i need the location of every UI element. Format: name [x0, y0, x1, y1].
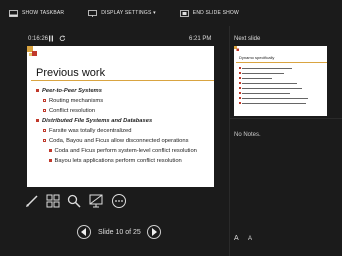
next-slide-bullet: [239, 82, 241, 84]
bullet-square-icon: [36, 118, 39, 122]
current-slide[interactable]: Previous work Peer-to-Peer Systems Routi…: [27, 46, 214, 187]
next-slide-divider: [236, 62, 327, 63]
next-slide-thumbnail[interactable]: Dynamo specifically: [234, 46, 327, 116]
bullet-small-square-icon: [49, 159, 52, 162]
next-slide-text-line: [242, 77, 272, 79]
show-taskbar-button[interactable]: SHOW TASKBAR: [9, 9, 65, 17]
next-slide-bullet: [239, 77, 241, 79]
taskbar-icon: [9, 9, 18, 17]
next-slide-label: Next slide: [234, 36, 261, 42]
bullet-small-square-icon: [49, 149, 52, 152]
display-settings-label: DISPLAY SETTINGS ▾: [101, 10, 156, 16]
elapsed-timer: 0:16:26: [28, 36, 49, 42]
notes-separator: [229, 118, 342, 119]
next-slide-text-line: [242, 87, 302, 89]
slide-bullet-6: Coda, Bayou and Ficus allow disconnected…: [43, 138, 189, 144]
bullet-square-outline-icon: [43, 108, 46, 112]
next-slide-text-line: [242, 92, 290, 94]
next-slide-title: Dynamo specifically: [239, 55, 275, 60]
presenter-toolbar: SHOW TASKBAR DISPLAY SETTINGS ▾ END SLID…: [0, 0, 342, 26]
end-show-icon: [179, 9, 189, 17]
previous-slide-button[interactable]: [77, 225, 91, 239]
bullet-square-icon: [36, 88, 39, 92]
next-slide-bullet: [239, 67, 241, 69]
see-all-slides-icon[interactable]: [45, 193, 61, 209]
current-time: 6:21 PM: [189, 36, 212, 42]
slide-bullet-3: Conflict resolution: [43, 108, 95, 114]
slide-corner-logo: [234, 46, 239, 51]
slide-bullet-5: Farsite was totally decentralized: [43, 128, 131, 134]
chevron-right-icon: [152, 228, 157, 236]
next-slide-text-line: [242, 97, 308, 99]
pause-timer-icon[interactable]: [48, 35, 54, 42]
speaker-notes[interactable]: No Notes.: [234, 132, 261, 138]
more-options-icon[interactable]: [111, 193, 127, 209]
show-taskbar-label: SHOW TASKBAR: [22, 10, 65, 16]
slide-bullet-4: Distributed File Systems and Databases: [36, 118, 152, 124]
next-slide-bullet: [239, 72, 241, 74]
restart-timer-icon[interactable]: [59, 35, 66, 42]
display-settings-button[interactable]: DISPLAY SETTINGS ▾: [88, 9, 156, 17]
next-slide-text-line: [242, 67, 292, 69]
pen-tool-icon[interactable]: [24, 193, 40, 209]
slide-counter[interactable]: Slide 10 of 25: [98, 229, 141, 236]
slide-bullet-7: Coda and Ficus perform system-level conf…: [49, 148, 197, 154]
chevron-left-icon: [81, 228, 86, 236]
bullet-square-outline-icon: [43, 128, 46, 132]
next-slide-text-line: [242, 102, 306, 104]
slide-title: Previous work: [36, 67, 106, 79]
zoom-magnifier-icon[interactable]: [66, 193, 82, 209]
end-slide-show-button[interactable]: END SLIDE SHOW: [179, 9, 239, 17]
panel-divider: [229, 26, 230, 256]
slide-divider-line: [31, 80, 214, 81]
next-slide-bullet: [239, 102, 241, 104]
decrease-font-button[interactable]: A: [248, 236, 252, 242]
next-slide-bullet: [239, 92, 241, 94]
next-slide-text-line: [242, 72, 284, 74]
bullet-square-outline-icon: [43, 138, 46, 142]
next-slide-bullet: [239, 87, 241, 89]
black-screen-icon[interactable]: [88, 193, 104, 209]
monitor-icon: [88, 9, 98, 17]
increase-font-button[interactable]: A: [234, 235, 239, 242]
slide-bullet-2: Routing mechanisms: [43, 98, 103, 104]
end-slide-show-label: END SLIDE SHOW: [192, 10, 239, 16]
next-slide-bullet: [239, 97, 241, 99]
next-slide-text-line: [242, 82, 297, 84]
slide-bullet-1: Peer-to-Peer Systems: [36, 88, 102, 94]
bullet-square-outline-icon: [43, 98, 46, 102]
slide-bullet-8: Bayou lets applications perform conflict…: [49, 158, 182, 164]
slide-corner-logo: [27, 46, 37, 56]
next-slide-button[interactable]: [147, 225, 161, 239]
